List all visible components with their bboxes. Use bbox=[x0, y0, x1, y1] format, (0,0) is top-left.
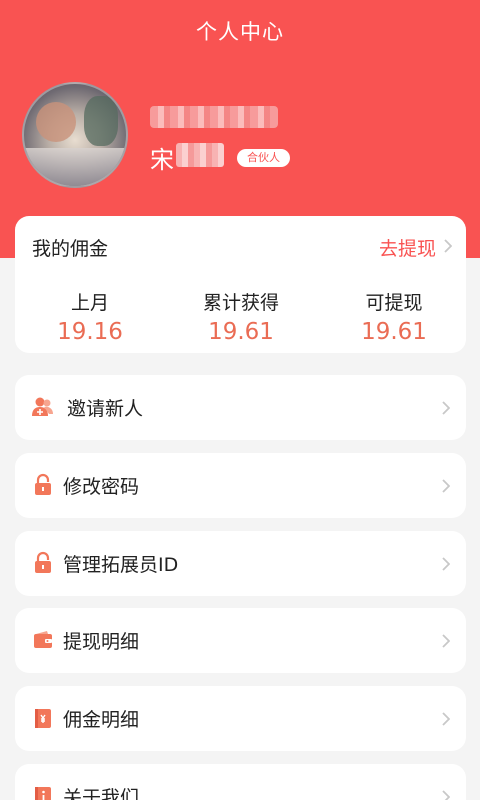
stat-label: 上月 bbox=[70, 292, 109, 314]
menu-label: 佣金明细 bbox=[63, 709, 140, 731]
avatar-tree-shape bbox=[36, 102, 76, 142]
info-book-icon bbox=[31, 784, 55, 800]
stat-value: 19.16 bbox=[57, 319, 123, 345]
menu-label: 管理拓展员ID bbox=[63, 554, 179, 576]
stat-total-earned: 累计获得 19.61 bbox=[166, 288, 316, 345]
stat-value: 19.61 bbox=[208, 319, 274, 345]
menu-item-manage-id[interactable]: 管理拓展员ID bbox=[15, 531, 466, 596]
commission-card: 我的佣金 去提现 上月 19.16 累计获得 19.61 可提现 19.61 bbox=[15, 216, 466, 353]
chevron-right-icon bbox=[442, 556, 451, 575]
commission-title: 我的佣金 bbox=[32, 238, 109, 260]
chevron-right-icon bbox=[442, 633, 451, 652]
stat-value: 19.61 bbox=[361, 319, 427, 345]
menu-label: 提现明细 bbox=[63, 631, 140, 653]
avatar[interactable] bbox=[22, 82, 128, 188]
user-name-blurred bbox=[176, 143, 224, 167]
menu-label: 邀请新人 bbox=[67, 398, 144, 420]
stat-label: 可提现 bbox=[365, 292, 423, 314]
chevron-right-icon bbox=[442, 400, 451, 419]
chevron-right-icon bbox=[442, 789, 451, 800]
menu-item-commission-details[interactable]: 佣金明细 bbox=[15, 686, 466, 751]
page-title: 个人中心 bbox=[196, 20, 284, 44]
stat-label: 累计获得 bbox=[202, 292, 279, 314]
chevron-right-icon bbox=[442, 478, 451, 497]
lock-icon bbox=[31, 551, 55, 575]
menu-item-change-password[interactable]: 修改密码 bbox=[15, 453, 466, 518]
menu-item-about-us[interactable]: 关于我们 bbox=[15, 764, 466, 800]
avatar-water-shape bbox=[24, 148, 126, 186]
user-name: 宋 bbox=[150, 146, 174, 174]
invite-user-icon bbox=[31, 395, 55, 419]
menu-item-invite[interactable]: 邀请新人 bbox=[15, 375, 466, 440]
lock-icon bbox=[31, 473, 55, 497]
ledger-icon bbox=[31, 706, 55, 730]
menu-label: 关于我们 bbox=[63, 787, 140, 800]
avatar-tree-shape bbox=[84, 96, 118, 146]
role-badge: 合伙人 bbox=[237, 149, 290, 167]
menu-item-withdraw-details[interactable]: 提现明细 bbox=[15, 608, 466, 673]
menu-label: 修改密码 bbox=[63, 476, 140, 498]
chevron-right-icon[interactable] bbox=[444, 238, 453, 257]
stat-withdrawable: 可提现 19.61 bbox=[319, 288, 469, 345]
withdraw-link[interactable]: 去提现 bbox=[379, 234, 436, 261]
stat-last-month: 上月 19.16 bbox=[15, 288, 165, 345]
wallet-icon bbox=[31, 628, 55, 652]
phone-number-blurred bbox=[150, 106, 278, 128]
chevron-right-icon bbox=[442, 711, 451, 730]
